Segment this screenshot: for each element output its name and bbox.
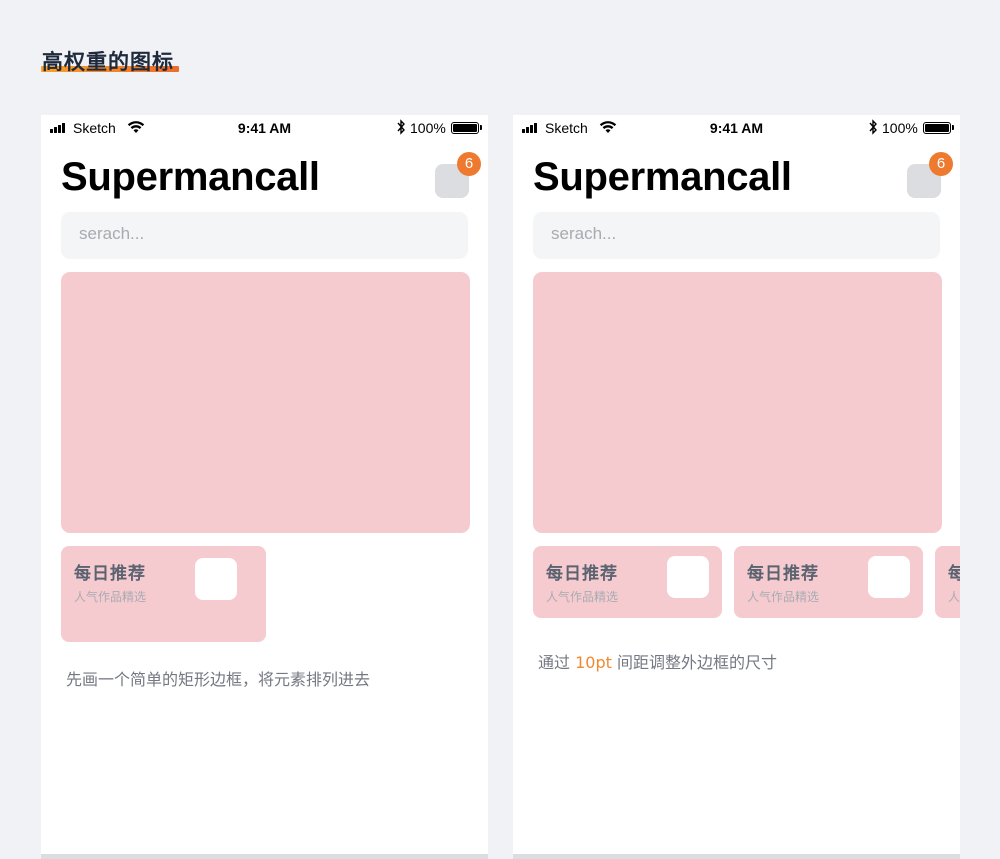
card-subtitle: 人	[948, 590, 960, 604]
caption-left: 先画一个简单的矩形边框，将元素排列进去	[66, 670, 371, 689]
home-indicator-bar	[41, 854, 488, 859]
phone-mockup-right: Sketch 9:41 AM 100% Supermancall 6 serac…	[513, 115, 960, 859]
card-subtitle: 人气作品精选	[74, 590, 147, 604]
app-title: Supermancall	[533, 155, 792, 199]
caption-right: 通过 10pt 间距调整外边框的尺寸	[538, 653, 777, 672]
banner-card[interactable]	[533, 272, 942, 533]
card-title: 每日推荐	[546, 564, 618, 584]
card-subtitle: 人气作品精选	[546, 590, 619, 604]
card-subtitle: 人气作品精选	[747, 590, 820, 604]
notification-badge: 6	[929, 152, 953, 176]
notification-badge: 6	[457, 152, 481, 176]
status-bar: Sketch 9:41 AM 100%	[513, 115, 960, 141]
battery-icon	[451, 122, 479, 134]
bluetooth-icon	[396, 119, 406, 138]
battery-percent: 100%	[882, 120, 918, 136]
recommend-card-partial[interactable]: 每 人	[935, 546, 960, 618]
phone-mockup-left: Sketch 9:41 AM 100% Supermancall 6 serac…	[41, 115, 488, 859]
recommend-card[interactable]: 每日推荐 人气作品精选	[61, 546, 266, 642]
caption-highlight: 10pt	[575, 653, 612, 672]
status-bar: Sketch 9:41 AM 100%	[41, 115, 488, 141]
app-title: Supermancall	[61, 155, 320, 199]
card-icon	[667, 556, 709, 598]
search-input[interactable]: serach...	[533, 212, 940, 259]
recommend-card[interactable]: 每日推荐 人气作品精选	[533, 546, 722, 618]
card-icon	[195, 558, 237, 600]
search-input[interactable]: serach...	[61, 212, 468, 259]
bluetooth-icon	[868, 119, 878, 138]
card-title: 每	[948, 564, 960, 584]
card-title: 每日推荐	[747, 564, 819, 584]
battery-percent: 100%	[410, 120, 446, 136]
recommend-card[interactable]: 每日推荐 人气作品精选	[734, 546, 923, 618]
home-indicator-bar	[513, 854, 960, 859]
card-title: 每日推荐	[74, 564, 146, 584]
banner-card[interactable]	[61, 272, 470, 533]
battery-icon	[923, 122, 951, 134]
page-heading: 高权重的图标	[42, 50, 174, 74]
card-icon	[868, 556, 910, 598]
